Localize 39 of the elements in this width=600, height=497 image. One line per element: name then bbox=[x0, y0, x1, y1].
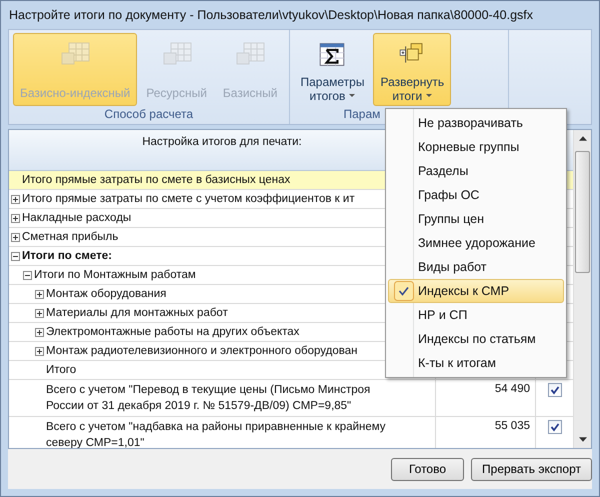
expander-icon[interactable] bbox=[11, 252, 20, 261]
expander-icon[interactable] bbox=[35, 328, 44, 337]
dialog-button[interactable]: Готово bbox=[391, 458, 464, 480]
expander-icon[interactable] bbox=[35, 347, 44, 356]
expander-icon[interactable] bbox=[23, 271, 32, 280]
row-label: Итого прямые затраты по смете с учетом коэффициентов к ит bbox=[22, 192, 355, 206]
ribbon-button[interactable]: Развернуть итоги bbox=[373, 33, 452, 106]
check-icon bbox=[394, 281, 414, 301]
menu-item[interactable]: Группы цен bbox=[388, 207, 564, 231]
scroll-down-icon[interactable] bbox=[578, 437, 586, 442]
row-label: Итоги по Монтажным работам bbox=[34, 268, 196, 282]
row-label: Итоги по смете: bbox=[22, 249, 112, 263]
expander-icon[interactable] bbox=[11, 233, 20, 242]
row-label: Материалы для монтажных работ bbox=[46, 306, 228, 320]
group-label: Способ расчета bbox=[104, 107, 194, 121]
expander-icon[interactable] bbox=[11, 195, 20, 204]
scrollbar[interactable] bbox=[573, 130, 591, 448]
amount-cell: 55 035 bbox=[494, 420, 530, 432]
checkbox[interactable] bbox=[548, 383, 562, 397]
table-row[interactable]: Всего с учетом "Перевод в текущие цены (Письмо Минстроя России от 31 декабря 2019 г. № 51579-ДВ/09) СМР=9,85" 54 490 bbox=[9, 380, 573, 417]
row-label: Сметная прибыль bbox=[22, 230, 118, 244]
row-label: Накладные расходы bbox=[22, 211, 132, 225]
checkbox[interactable] bbox=[548, 420, 562, 434]
row-label: Монтаж радиотелевизионного и электронного оборудован bbox=[46, 344, 358, 358]
menu-item[interactable]: Индексы к СМР bbox=[388, 279, 564, 303]
group-label: Парам bbox=[344, 107, 380, 121]
row-label: Всего с учетом "Перевод в текущие цены (Письмо Минстроя России от 31 декабря 2019 г. № 51579-ДВ/09) СМР=9,85" bbox=[46, 383, 372, 414]
expander-icon[interactable] bbox=[11, 214, 20, 223]
dialog-button[interactable]: Прервать экспорт bbox=[471, 458, 592, 480]
row-label: Итого прямые затраты по смете в базисных ценах bbox=[22, 173, 290, 187]
row-label: Монтаж оборудования bbox=[46, 287, 166, 301]
row-label: Электромонтажные работы на других объектах bbox=[46, 325, 300, 339]
scroll-up-icon[interactable] bbox=[578, 136, 586, 141]
expander-icon[interactable] bbox=[35, 290, 44, 299]
ribbon-button[interactable]: Параметры итогов bbox=[294, 33, 372, 106]
window-title: Настройте итоги по документу - Пользователи\vtyukov\Desktop\Новая папка\80000-40.gsfx bbox=[8, 7, 534, 24]
row-label: Итого bbox=[46, 363, 76, 377]
expander-icon[interactable] bbox=[35, 309, 44, 318]
amount-cell: 54 490 bbox=[494, 383, 530, 395]
